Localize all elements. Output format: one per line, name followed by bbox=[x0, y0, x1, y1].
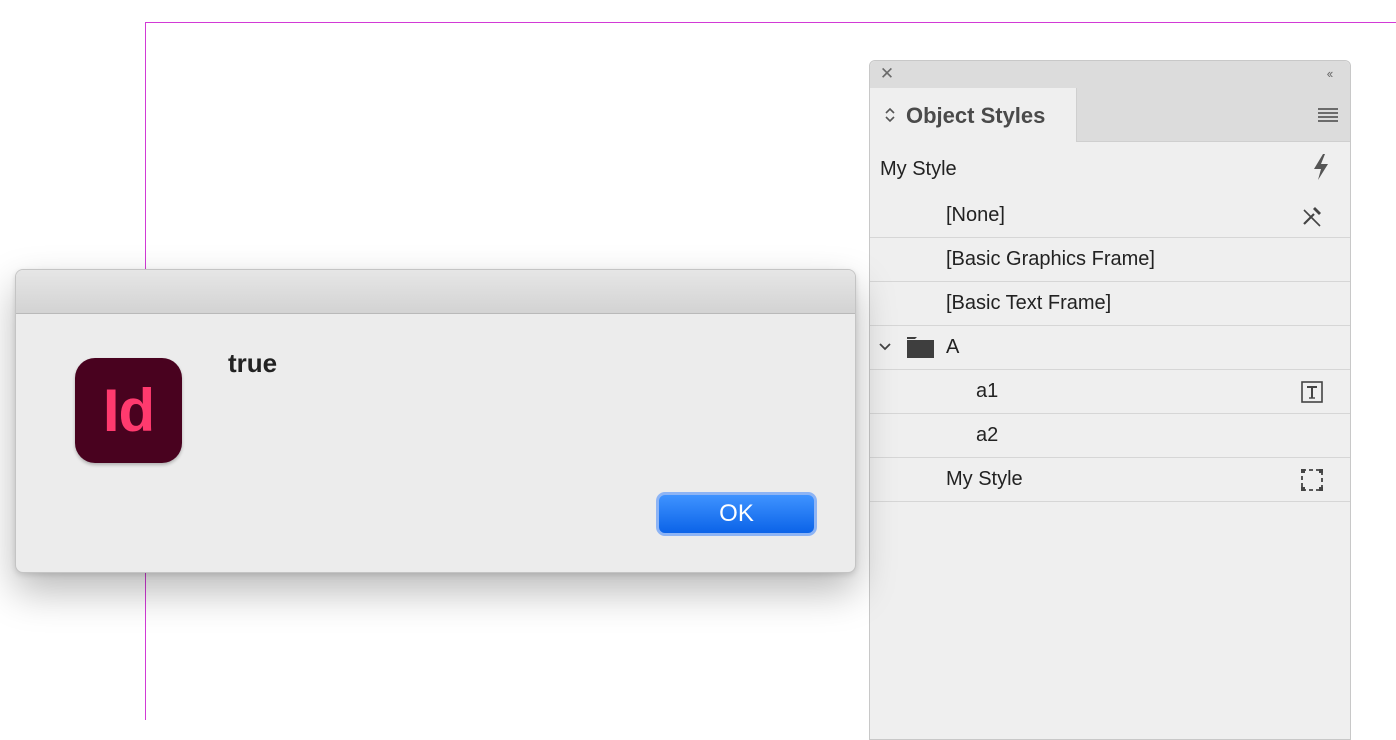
panel-menu-icon[interactable] bbox=[1318, 108, 1338, 124]
panel-titlebar: ✕ ‹‹ bbox=[870, 61, 1350, 88]
dialog-titlebar[interactable] bbox=[16, 270, 855, 314]
ok-button[interactable]: OK bbox=[656, 492, 817, 536]
folder-icon bbox=[907, 337, 934, 358]
style-label: a2 bbox=[976, 424, 999, 446]
lightning-icon[interactable] bbox=[1310, 152, 1332, 182]
style-list: [None] [Basic Graphics Frame] [Basic Tex… bbox=[870, 194, 1350, 502]
tab-object-styles[interactable]: Object Styles bbox=[870, 88, 1077, 142]
current-style-row: My Style bbox=[870, 142, 1350, 194]
app-icon-text: Id bbox=[102, 377, 155, 444]
sort-arrows-icon bbox=[885, 107, 895, 123]
alert-dialog: Id true OK bbox=[15, 269, 856, 573]
panel-title: Object Styles bbox=[906, 103, 1046, 128]
close-icon[interactable]: ✕ bbox=[878, 65, 896, 83]
style-group-label: A bbox=[946, 336, 960, 358]
indesign-app-icon: Id bbox=[75, 358, 182, 463]
style-label: [Basic Text Frame] bbox=[946, 292, 1112, 314]
panel-tabbar: Object Styles bbox=[870, 88, 1350, 142]
style-row-basic-text-frame[interactable]: [Basic Text Frame] bbox=[870, 282, 1350, 326]
style-row-my-style[interactable]: My Style bbox=[870, 458, 1350, 502]
style-row-a1[interactable]: a1 bbox=[870, 370, 1350, 414]
current-style-label: My Style bbox=[880, 158, 957, 180]
style-row-none[interactable]: [None] bbox=[870, 194, 1350, 238]
style-label: My Style bbox=[946, 468, 1023, 490]
style-label: [None] bbox=[946, 204, 1005, 226]
style-row-basic-graphics-frame[interactable]: [Basic Graphics Frame] bbox=[870, 238, 1350, 282]
style-label: [Basic Graphics Frame] bbox=[946, 248, 1155, 270]
style-label: a1 bbox=[976, 380, 999, 402]
chevron-down-icon[interactable] bbox=[878, 340, 892, 354]
object-styles-panel: ✕ ‹‹ Object Styles My Style [None] [Basi… bbox=[869, 60, 1351, 740]
style-row-a2[interactable]: a2 bbox=[870, 414, 1350, 458]
dialog-message: true bbox=[228, 348, 278, 378]
no-style-icon bbox=[1303, 207, 1321, 227]
collapse-panel-icon[interactable]: ‹‹ bbox=[1318, 65, 1340, 83]
style-group-a[interactable]: A bbox=[870, 326, 1350, 370]
graphic-frame-icon bbox=[1301, 469, 1323, 491]
margin-guide-top bbox=[145, 22, 1396, 23]
text-frame-icon bbox=[1301, 381, 1323, 403]
